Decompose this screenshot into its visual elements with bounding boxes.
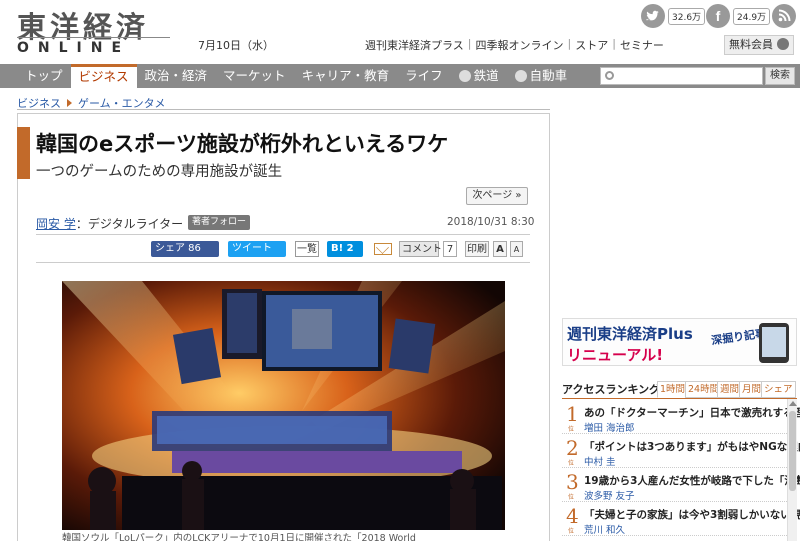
article-photo <box>62 281 505 530</box>
user-icon <box>777 38 789 50</box>
link-seminar[interactable]: セミナー <box>620 37 664 53</box>
next-page-button[interactable]: 次ページ » <box>466 187 528 205</box>
free-member-button[interactable]: 無料会員 <box>724 35 794 55</box>
nav-politics-economy[interactable]: 政治・経済 <box>137 64 216 88</box>
ranking-author[interactable]: 荒川 和久 <box>584 522 625 536</box>
font-large-button[interactable]: A <box>493 241 507 257</box>
link-weekly-plus[interactable]: 週刊東洋経済プラス <box>365 37 464 53</box>
ranking-title-text[interactable]: あの「ドクターマーチン」日本で激売れする理由 <box>584 405 800 420</box>
mail-icon[interactable] <box>374 243 392 255</box>
comment-button[interactable]: コメント <box>399 241 442 257</box>
published-date: 2018/10/31 8:30 <box>447 216 535 228</box>
rss-icon[interactable] <box>772 4 796 28</box>
author-line: 岡安 学：デジタルライター <box>36 215 183 232</box>
facebook-icon[interactable]: f <box>706 4 730 28</box>
ranking-tab-1hour[interactable]: 1時間 <box>657 381 689 398</box>
phone-icon <box>759 323 789 363</box>
header-date: 7月10日（水） <box>198 39 274 52</box>
link-separator: | <box>467 37 472 50</box>
ad-subtitle: リニューアル! <box>567 346 664 364</box>
twitter-widget[interactable]: 32.6万 <box>641 4 706 28</box>
ranking-number: 1 <box>566 402 579 426</box>
ranking-position-label: 位 <box>568 494 575 501</box>
ranking-item[interactable]: 2 位 「ポイントは3つあります」がもはやNGな理由 中村 圭 <box>562 434 800 468</box>
hatena-bookmark-button[interactable]: B! 2 <box>327 241 363 257</box>
car-icon <box>514 70 527 82</box>
link-separator: | <box>567 37 572 50</box>
nav-life[interactable]: ライフ <box>397 64 451 88</box>
facebook-share-button[interactable]: シェア 86 <box>151 241 219 257</box>
author-role: ：デジタルライター <box>75 217 184 231</box>
article-subtitle: 一つのゲームのための専用施設が誕生 <box>36 164 283 180</box>
print-button[interactable]: 印刷 <box>465 241 489 257</box>
breadcrumb-arrow-icon <box>67 99 72 107</box>
nav-railway[interactable]: 鉄道 <box>451 64 507 88</box>
ranking-position-label: 位 <box>568 460 575 467</box>
scroll-up-icon[interactable] <box>789 401 797 406</box>
ranking-item[interactable]: 3 位 19歳から3人産んだ女性が岐路で下した「決断」 波多野 友子 <box>562 468 800 502</box>
ranking-title-text[interactable]: 19歳から3人産んだ女性が岐路で下した「決断」 <box>584 473 800 488</box>
ranking-author[interactable]: 中村 圭 <box>584 454 616 468</box>
nav-automobile-label: 自動車 <box>529 68 568 83</box>
ad-title: 週刊東洋経済Plus <box>567 325 693 343</box>
font-small-button[interactable]: A <box>510 241 523 257</box>
comment-count: 7 <box>443 241 457 257</box>
twitter-count: 32.6万 <box>668 7 706 25</box>
nav-market[interactable]: マーケット <box>215 64 294 88</box>
twitter-icon[interactable] <box>641 4 665 28</box>
nav-career-education[interactable]: キャリア・教育 <box>294 64 398 88</box>
header-links: 週刊東洋経済プラス | 四季報オンライン | ストア | セミナー <box>365 37 664 53</box>
weekly-plus-ad[interactable]: 週刊東洋経済Plus リニューアル! 深掘り記事満載 <box>562 318 797 366</box>
link-store[interactable]: ストア <box>575 37 608 53</box>
ranking-position-label: 位 <box>568 426 575 433</box>
nav-top[interactable]: トップ <box>17 64 71 88</box>
nav-automobile[interactable]: 自動車 <box>507 64 576 88</box>
twitter-share-button[interactable]: ツイート <box>228 241 286 257</box>
author-name[interactable]: 岡安 学 <box>36 217 76 231</box>
search-input[interactable] <box>600 67 763 85</box>
author-divider <box>36 234 530 235</box>
facebook-widget[interactable]: f 24.9万 <box>706 4 771 28</box>
ranking-position-label: 位 <box>568 528 575 535</box>
train-icon <box>458 70 471 82</box>
nav-railway-label: 鉄道 <box>473 68 499 83</box>
link-separator: | <box>612 37 616 50</box>
photo-caption: 韓国ソウル「LoLパーク」内のLCKアリーナで10月1日に開催された「2018 … <box>62 533 416 541</box>
ranking-divider <box>562 398 797 399</box>
ranking-author[interactable]: 波多野 友子 <box>584 488 635 502</box>
search-button[interactable]: 検索 <box>765 67 795 85</box>
ranking-item[interactable]: 4 位 「夫婦と子の家族」は今や3割弱しかいない現実 荒川 和久 <box>562 502 800 536</box>
member-label: 無料会員 <box>729 38 773 51</box>
author-follow-button[interactable]: 著者フォロー <box>188 215 251 230</box>
logo-divider <box>17 37 170 38</box>
article-title: 韓国のeスポーツ施設が桁外れといえるワケ <box>36 132 449 156</box>
ranking-header: アクセスランキング 1時間 24時間 週間 月間 シェア <box>562 381 797 398</box>
ranking-author[interactable]: 増田 海治郎 <box>584 420 635 434</box>
facebook-count: 24.9万 <box>733 7 771 25</box>
rss-widget[interactable] <box>772 4 796 28</box>
nav-items: トップ ビジネス 政治・経済 マーケット キャリア・教育 ライフ 鉄道 自動車 <box>17 64 575 88</box>
title-accent-bar <box>17 127 30 179</box>
ranking-title-text[interactable]: 「夫婦と子の家族」は今や3割弱しかいない現実 <box>584 507 800 522</box>
ranking-title-text[interactable]: 「ポイントは3つあります」がもはやNGな理由 <box>584 439 800 454</box>
ranking-tab-share[interactable]: シェア <box>761 381 796 398</box>
ranking-item[interactable]: 1 位 あの「ドクターマーチン」日本で激売れする理由 増田 海治郎 <box>562 400 800 434</box>
search-icon <box>605 71 614 80</box>
ranking-number: 2 <box>566 436 579 460</box>
scrollbar-thumb[interactable] <box>789 411 796 491</box>
link-shikiho[interactable]: 四季報オンライン <box>476 37 564 53</box>
ranking-scrollbar[interactable] <box>787 399 797 541</box>
ranking-title: アクセスランキング <box>562 383 661 396</box>
share-divider <box>36 262 530 263</box>
share-list-button[interactable]: 一覧 <box>295 241 319 257</box>
ranking-number: 4 <box>566 504 579 528</box>
nav-business[interactable]: ビジネス <box>70 64 137 88</box>
breadcrumb-divider <box>17 109 550 110</box>
logo-en[interactable]: ONLINE <box>17 40 130 56</box>
ranking-number: 3 <box>566 470 579 494</box>
